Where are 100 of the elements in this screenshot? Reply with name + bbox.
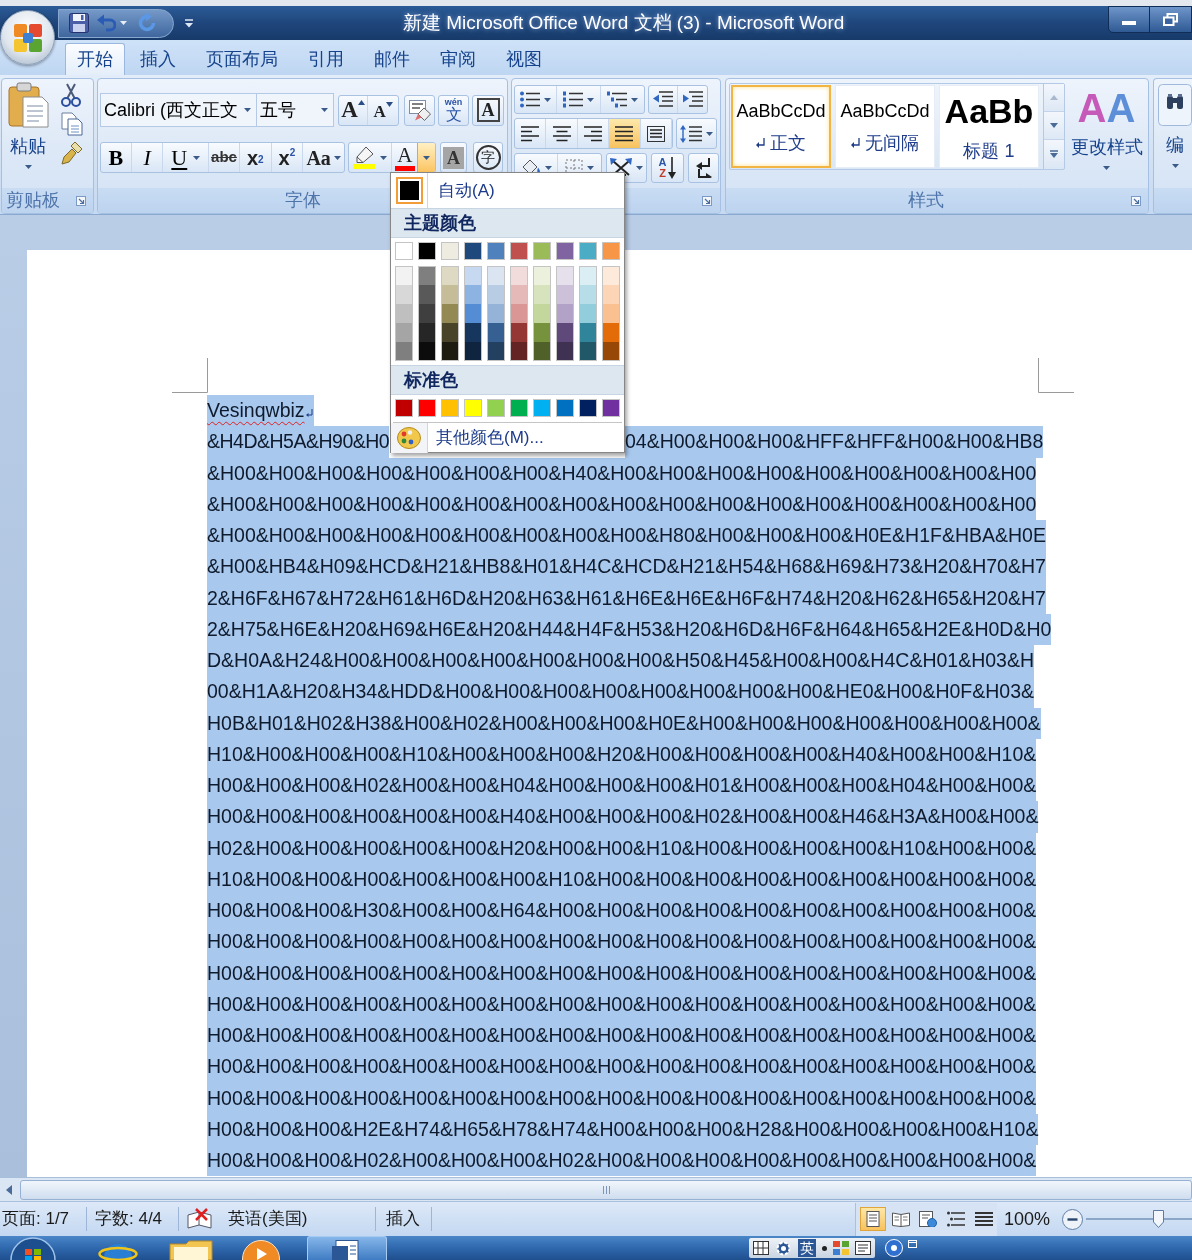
superscript-button[interactable]: x$^{2}$ xyxy=(271,143,304,172)
color-swatch-icon[interactable] xyxy=(579,323,597,342)
color-swatch-icon[interactable] xyxy=(579,399,597,417)
color-swatch-icon[interactable] xyxy=(441,242,459,260)
gallery-down-button[interactable] xyxy=(1044,112,1064,140)
color-swatch-icon[interactable] xyxy=(510,342,528,361)
color-swatch-icon[interactable] xyxy=(556,304,574,323)
color-swatch-icon[interactable] xyxy=(533,304,551,323)
phonetic-guide-button[interactable]: wén 文 xyxy=(438,94,469,126)
color-swatch-icon[interactable] xyxy=(395,323,413,342)
color-swatch-icon[interactable] xyxy=(395,266,413,285)
color-swatch-icon[interactable] xyxy=(487,399,505,417)
color-swatch-icon[interactable] xyxy=(418,323,436,342)
zoom-level[interactable]: 100% xyxy=(1003,1205,1050,1233)
color-swatch-icon[interactable] xyxy=(441,399,459,417)
paste-button[interactable]: 粘贴 xyxy=(3,82,53,186)
start-orb-icon[interactable] xyxy=(10,1237,56,1260)
change-styles-button[interactable]: AA 更改样式 xyxy=(1068,83,1145,187)
color-swatch-icon[interactable] xyxy=(556,242,574,260)
globe-ring-icon[interactable] xyxy=(98,1242,138,1260)
ribbon-tab[interactable]: 插入 xyxy=(125,43,191,75)
font-size-field[interactable]: 五号 xyxy=(257,93,334,127)
dialog-launcher-icon[interactable] xyxy=(702,195,712,206)
color-swatch-icon[interactable] xyxy=(556,342,574,361)
dialog-launcher-icon[interactable] xyxy=(76,195,86,206)
color-swatch-icon[interactable] xyxy=(579,285,597,304)
color-swatch-icon[interactable] xyxy=(464,285,482,304)
color-swatch-icon[interactable] xyxy=(464,342,482,361)
color-swatch-icon[interactable] xyxy=(556,285,574,304)
color-swatch-icon[interactable] xyxy=(602,399,620,417)
color-swatch-icon[interactable] xyxy=(418,266,436,285)
ribbon-tab[interactable]: 视图 xyxy=(491,43,557,75)
color-swatch-icon[interactable] xyxy=(533,285,551,304)
color-swatch-icon[interactable] xyxy=(533,399,551,417)
color-swatch-icon[interactable] xyxy=(418,285,436,304)
color-swatch-icon[interactable] xyxy=(464,242,482,260)
color-swatch-icon[interactable] xyxy=(441,285,459,304)
input-language-indicator[interactable]: 英 xyxy=(798,1239,816,1257)
color-swatch-icon[interactable] xyxy=(510,399,528,417)
color-swatch-icon[interactable] xyxy=(556,323,574,342)
ribbon-tab[interactable]: 审阅 xyxy=(425,43,491,75)
text-box-icon[interactable] xyxy=(855,1241,871,1255)
color-swatch-icon[interactable] xyxy=(579,242,597,260)
language-status[interactable]: 英语(美国) xyxy=(228,1206,375,1232)
color-swatch-icon[interactable] xyxy=(395,285,413,304)
ribbon-tab[interactable]: 页面布局 xyxy=(191,43,293,75)
character-border-button[interactable]: A xyxy=(472,94,504,126)
ribbon-tab[interactable]: 开始 xyxy=(65,43,125,75)
color-swatch-icon[interactable] xyxy=(602,242,620,260)
color-swatch-icon[interactable] xyxy=(464,304,482,323)
color-swatch-icon[interactable] xyxy=(418,304,436,323)
dialog-launcher-icon[interactable] xyxy=(1131,195,1141,206)
color-swatch-icon[interactable] xyxy=(487,304,505,323)
page-number-status[interactable]: 页面: 1/7 xyxy=(0,1206,86,1232)
color-swatch-icon[interactable] xyxy=(510,242,528,260)
color-swatch-icon[interactable] xyxy=(395,399,413,417)
grid-icon[interactable] xyxy=(753,1241,769,1255)
insert-mode-status[interactable]: 插入 xyxy=(376,1206,431,1232)
gallery-more-button[interactable] xyxy=(1044,140,1064,167)
shrink-font-button[interactable]: A xyxy=(368,95,398,125)
folder-icon[interactable] xyxy=(168,1240,214,1260)
color-swatch-icon[interactable] xyxy=(579,304,597,323)
color-swatch-icon[interactable] xyxy=(395,242,413,260)
color-swatch-icon[interactable] xyxy=(533,342,551,361)
color-swatch-icon[interactable] xyxy=(441,266,459,285)
color-swatch-icon[interactable] xyxy=(533,242,551,260)
bold-button[interactable]: B xyxy=(101,143,132,172)
paintbrush-icon[interactable] xyxy=(61,141,83,165)
grow-font-button[interactable]: A xyxy=(339,95,369,125)
zoom-slider-thumb[interactable] xyxy=(1152,1210,1164,1228)
style-gallery-item[interactable]: AaBbCcDd 正文 xyxy=(731,85,831,168)
color-swatch-icon[interactable] xyxy=(487,323,505,342)
color-swatch-icon[interactable] xyxy=(418,399,436,417)
color-swatch-icon[interactable] xyxy=(602,285,620,304)
copy-icon[interactable] xyxy=(61,112,83,136)
color-swatch-icon[interactable] xyxy=(487,242,505,260)
book-with-cross-icon[interactable] xyxy=(187,1208,213,1230)
editing-button[interactable]: 编 xyxy=(1158,84,1192,188)
style-gallery-item[interactable]: AaBb 标题 1 xyxy=(939,85,1039,168)
italic-button[interactable]: I xyxy=(131,143,164,172)
ribbon-tab[interactable]: 引用 xyxy=(293,43,359,75)
strikethrough-button[interactable]: abc xyxy=(209,143,240,172)
scissors-icon[interactable] xyxy=(61,83,81,107)
circle-dot-icon[interactable] xyxy=(885,1239,903,1257)
color-swatch-icon[interactable] xyxy=(510,323,528,342)
font-color-dropdown-button[interactable] xyxy=(417,143,435,172)
window-icon[interactable] xyxy=(908,1240,917,1248)
change-case-button[interactable]: Aa xyxy=(303,143,344,172)
more-colors-item[interactable]: 其他颜色(M)... xyxy=(391,423,624,453)
color-grid-icon[interactable] xyxy=(833,1241,849,1255)
color-swatch-icon[interactable] xyxy=(533,323,551,342)
color-swatch-icon[interactable] xyxy=(464,323,482,342)
color-swatch-icon[interactable] xyxy=(602,266,620,285)
dropdown-arrow-icon[interactable] xyxy=(184,18,194,28)
color-swatch-icon[interactable] xyxy=(579,266,597,285)
taskbar-button[interactable] xyxy=(307,1236,387,1260)
color-swatch-icon[interactable] xyxy=(533,266,551,285)
color-swatch-icon[interactable] xyxy=(487,342,505,361)
color-swatch-icon[interactable] xyxy=(395,177,423,204)
gear-icon[interactable] xyxy=(775,1239,792,1257)
